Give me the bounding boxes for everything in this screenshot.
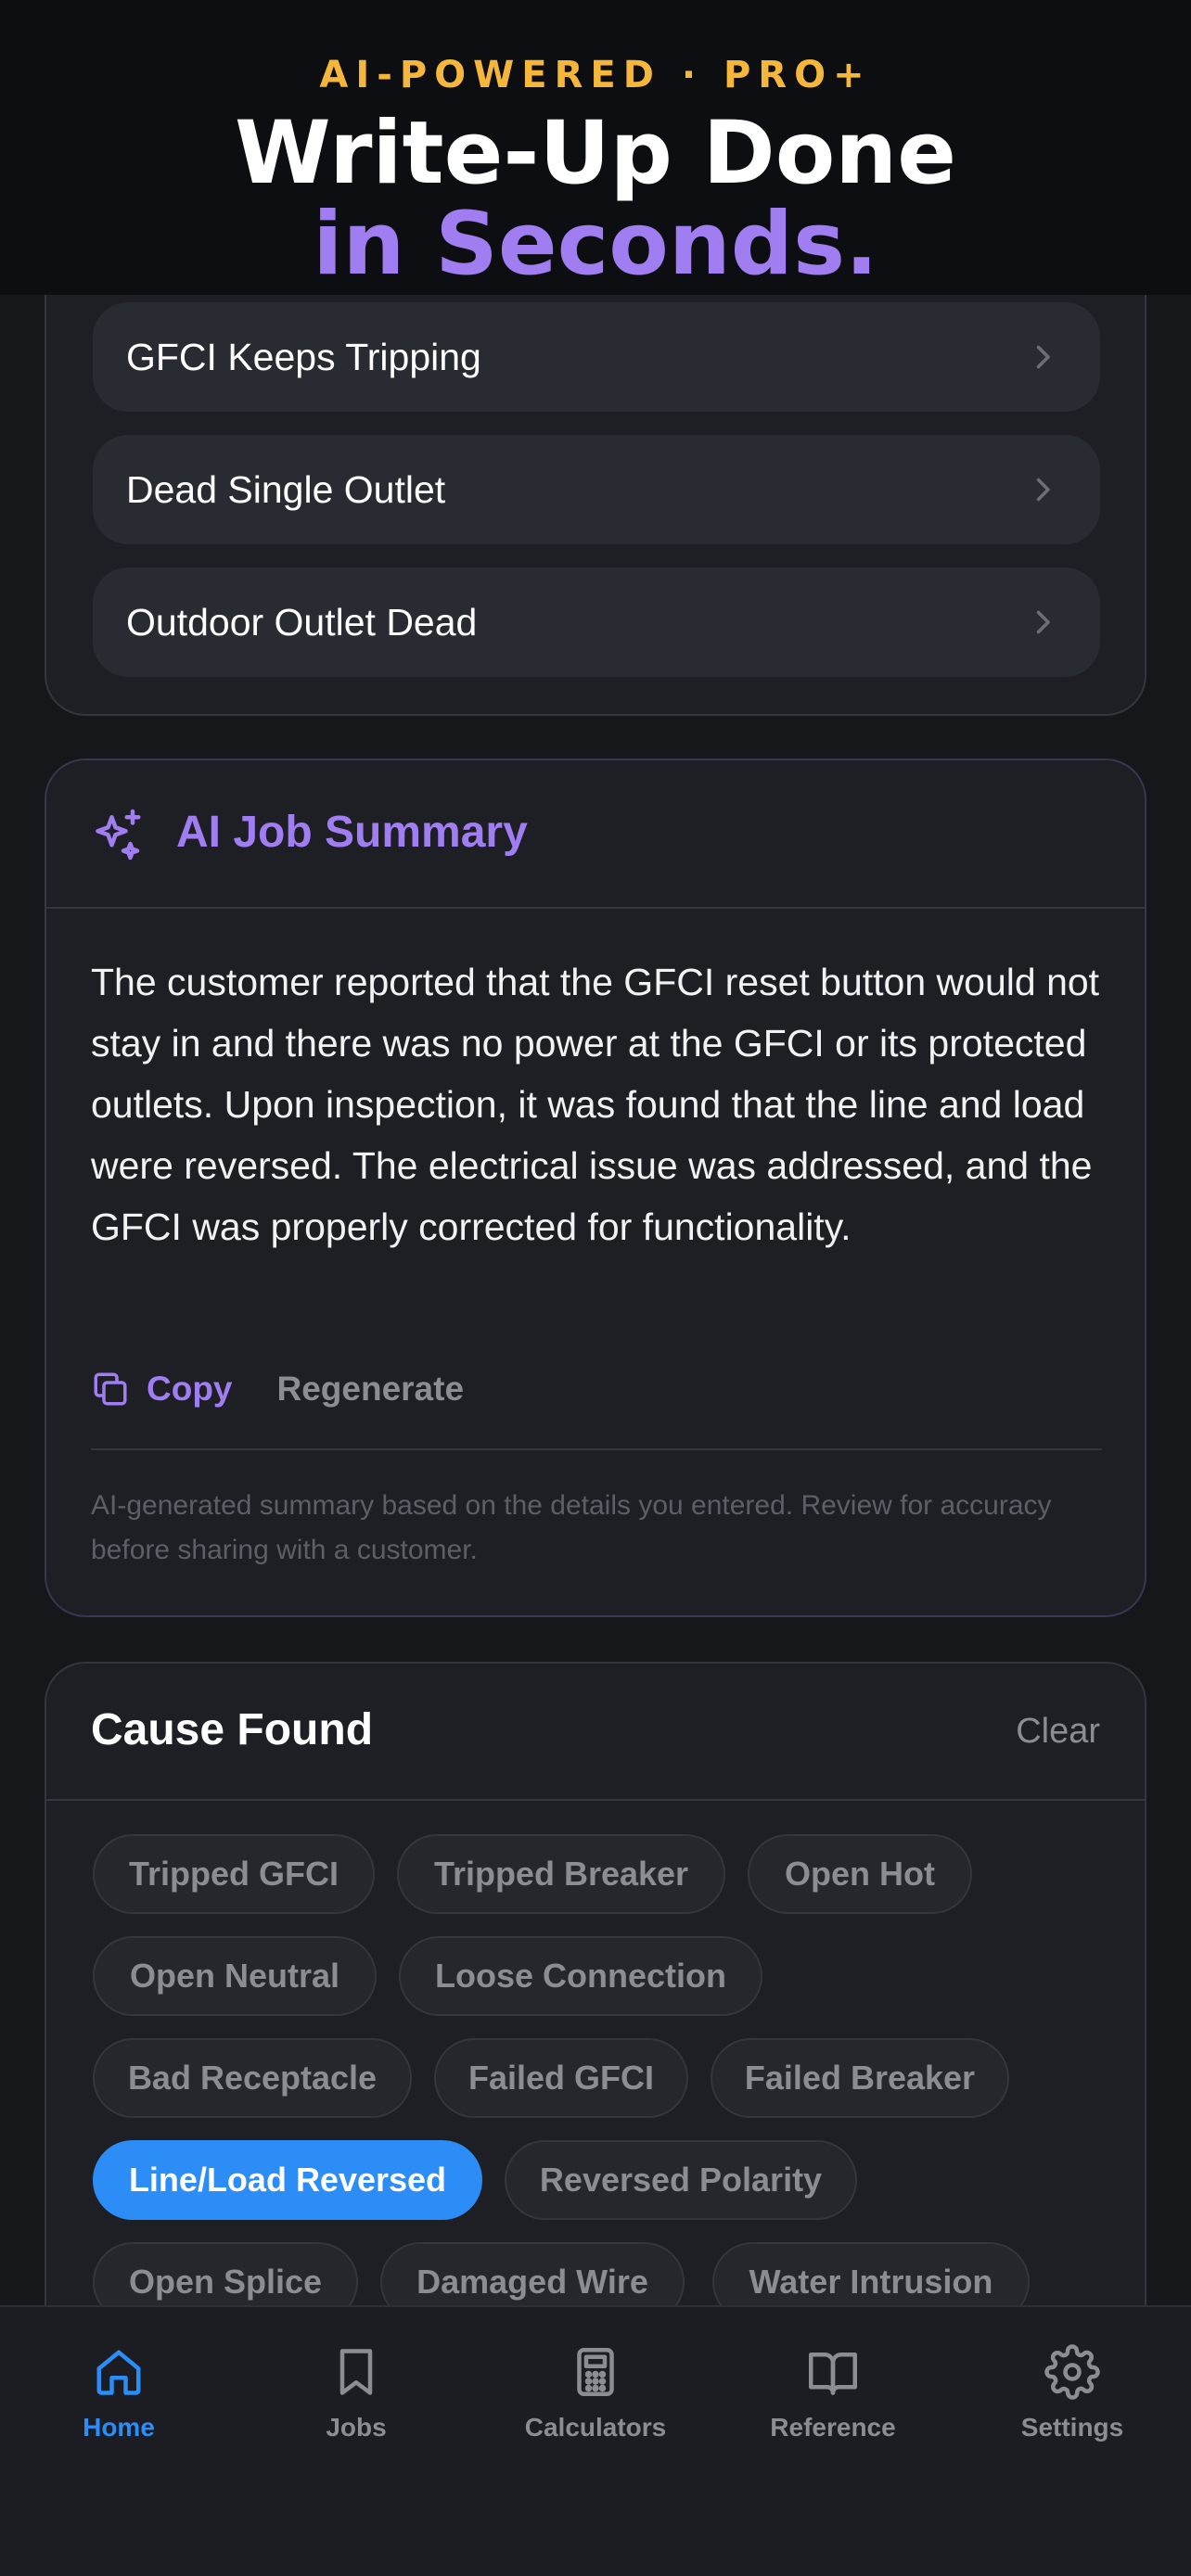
- calculator-icon: [577, 2348, 614, 2396]
- tab-home[interactable]: Home: [0, 2344, 237, 2442]
- symptom-item-label: Outdoor Outlet Dead: [126, 600, 478, 644]
- copy-icon: [94, 1372, 127, 1406]
- tab-label: Reference: [770, 2413, 896, 2442]
- ai-summary-card: AI Job Summary The customer reported tha…: [45, 759, 1146, 1617]
- tab-label: Home: [83, 2413, 155, 2442]
- gear-icon: [1044, 2344, 1100, 2400]
- cause-found-header: Cause Found Clear: [46, 1664, 1145, 1801]
- ai-disclaimer: AI-generated summary based on the detail…: [91, 1490, 1052, 1565]
- home-icon: [96, 2350, 141, 2395]
- regenerate-button[interactable]: Regenerate: [277, 1370, 465, 1409]
- chevron-right-icon: [1036, 345, 1050, 369]
- promo-banner: AI-POWERED · PRO+ Write-Up Done in Secon…: [0, 0, 1191, 295]
- tab-reference[interactable]: Reference: [714, 2344, 952, 2442]
- symptom-item-gfci-keeps-tripping[interactable]: GFCI Keeps Tripping: [93, 302, 1100, 412]
- cause-chip[interactable]: Failed GFCI: [434, 2038, 688, 2118]
- clear-button[interactable]: Clear: [1016, 1712, 1100, 1752]
- bottom-tab-bar: Home Jobs Calculators Reference Settings: [0, 2305, 1191, 2576]
- symptom-item-label: GFCI Keeps Tripping: [126, 335, 481, 378]
- copy-button-label: Copy: [147, 1370, 233, 1408]
- ai-summary-title: AI Job Summary: [176, 808, 528, 857]
- cause-chip[interactable]: Reversed Polarity: [505, 2140, 857, 2220]
- cause-chip-selected[interactable]: Line/Load Reversed: [93, 2140, 482, 2220]
- cause-found-title: Cause Found: [91, 1705, 374, 1754]
- ai-summary-header: AI Job Summary: [46, 760, 1145, 909]
- ai-summary-actions: Copy Regenerate: [91, 1363, 464, 1415]
- tab-jobs[interactable]: Jobs: [237, 2344, 475, 2442]
- cause-chip[interactable]: Failed Breaker: [711, 2038, 1009, 2118]
- symptom-item-dead-single-outlet[interactable]: Dead Single Outlet: [93, 435, 1100, 544]
- tab-calculators[interactable]: Calculators: [477, 2344, 714, 2442]
- cause-chip[interactable]: Loose Connection: [399, 1936, 762, 2016]
- promo-headline-accent: in Seconds.: [313, 194, 878, 295]
- cause-chip[interactable]: Tripped Breaker: [397, 1834, 725, 1914]
- tab-label: Calculators: [524, 2413, 667, 2442]
- sparkle-icon: [96, 809, 141, 861]
- chevron-right-icon: [1036, 610, 1050, 634]
- tab-label: Settings: [1020, 2413, 1124, 2442]
- divider: [91, 1448, 1102, 1450]
- cause-chip[interactable]: Tripped GFCI: [93, 1834, 375, 1914]
- chevron-right-icon: [1036, 478, 1050, 502]
- copy-button[interactable]: Copy: [91, 1370, 277, 1409]
- ai-summary-text: The customer reported that the GFCI rese…: [91, 961, 1100, 1248]
- cause-chip[interactable]: Open Hot: [748, 1834, 972, 1914]
- book-icon: [809, 2353, 857, 2395]
- tab-label: Jobs: [326, 2413, 387, 2442]
- bookmark-icon: [339, 2349, 373, 2395]
- tab-settings[interactable]: Settings: [954, 2344, 1191, 2442]
- cause-chip[interactable]: Bad Receptacle: [93, 2038, 412, 2118]
- symptom-item-label: Dead Single Outlet: [126, 467, 446, 511]
- promo-kicker: AI-POWERED · PRO+: [319, 54, 872, 96]
- cause-chip[interactable]: Open Neutral: [93, 1936, 377, 2016]
- symptom-item-outdoor-outlet-dead[interactable]: Outdoor Outlet Dead: [93, 567, 1100, 677]
